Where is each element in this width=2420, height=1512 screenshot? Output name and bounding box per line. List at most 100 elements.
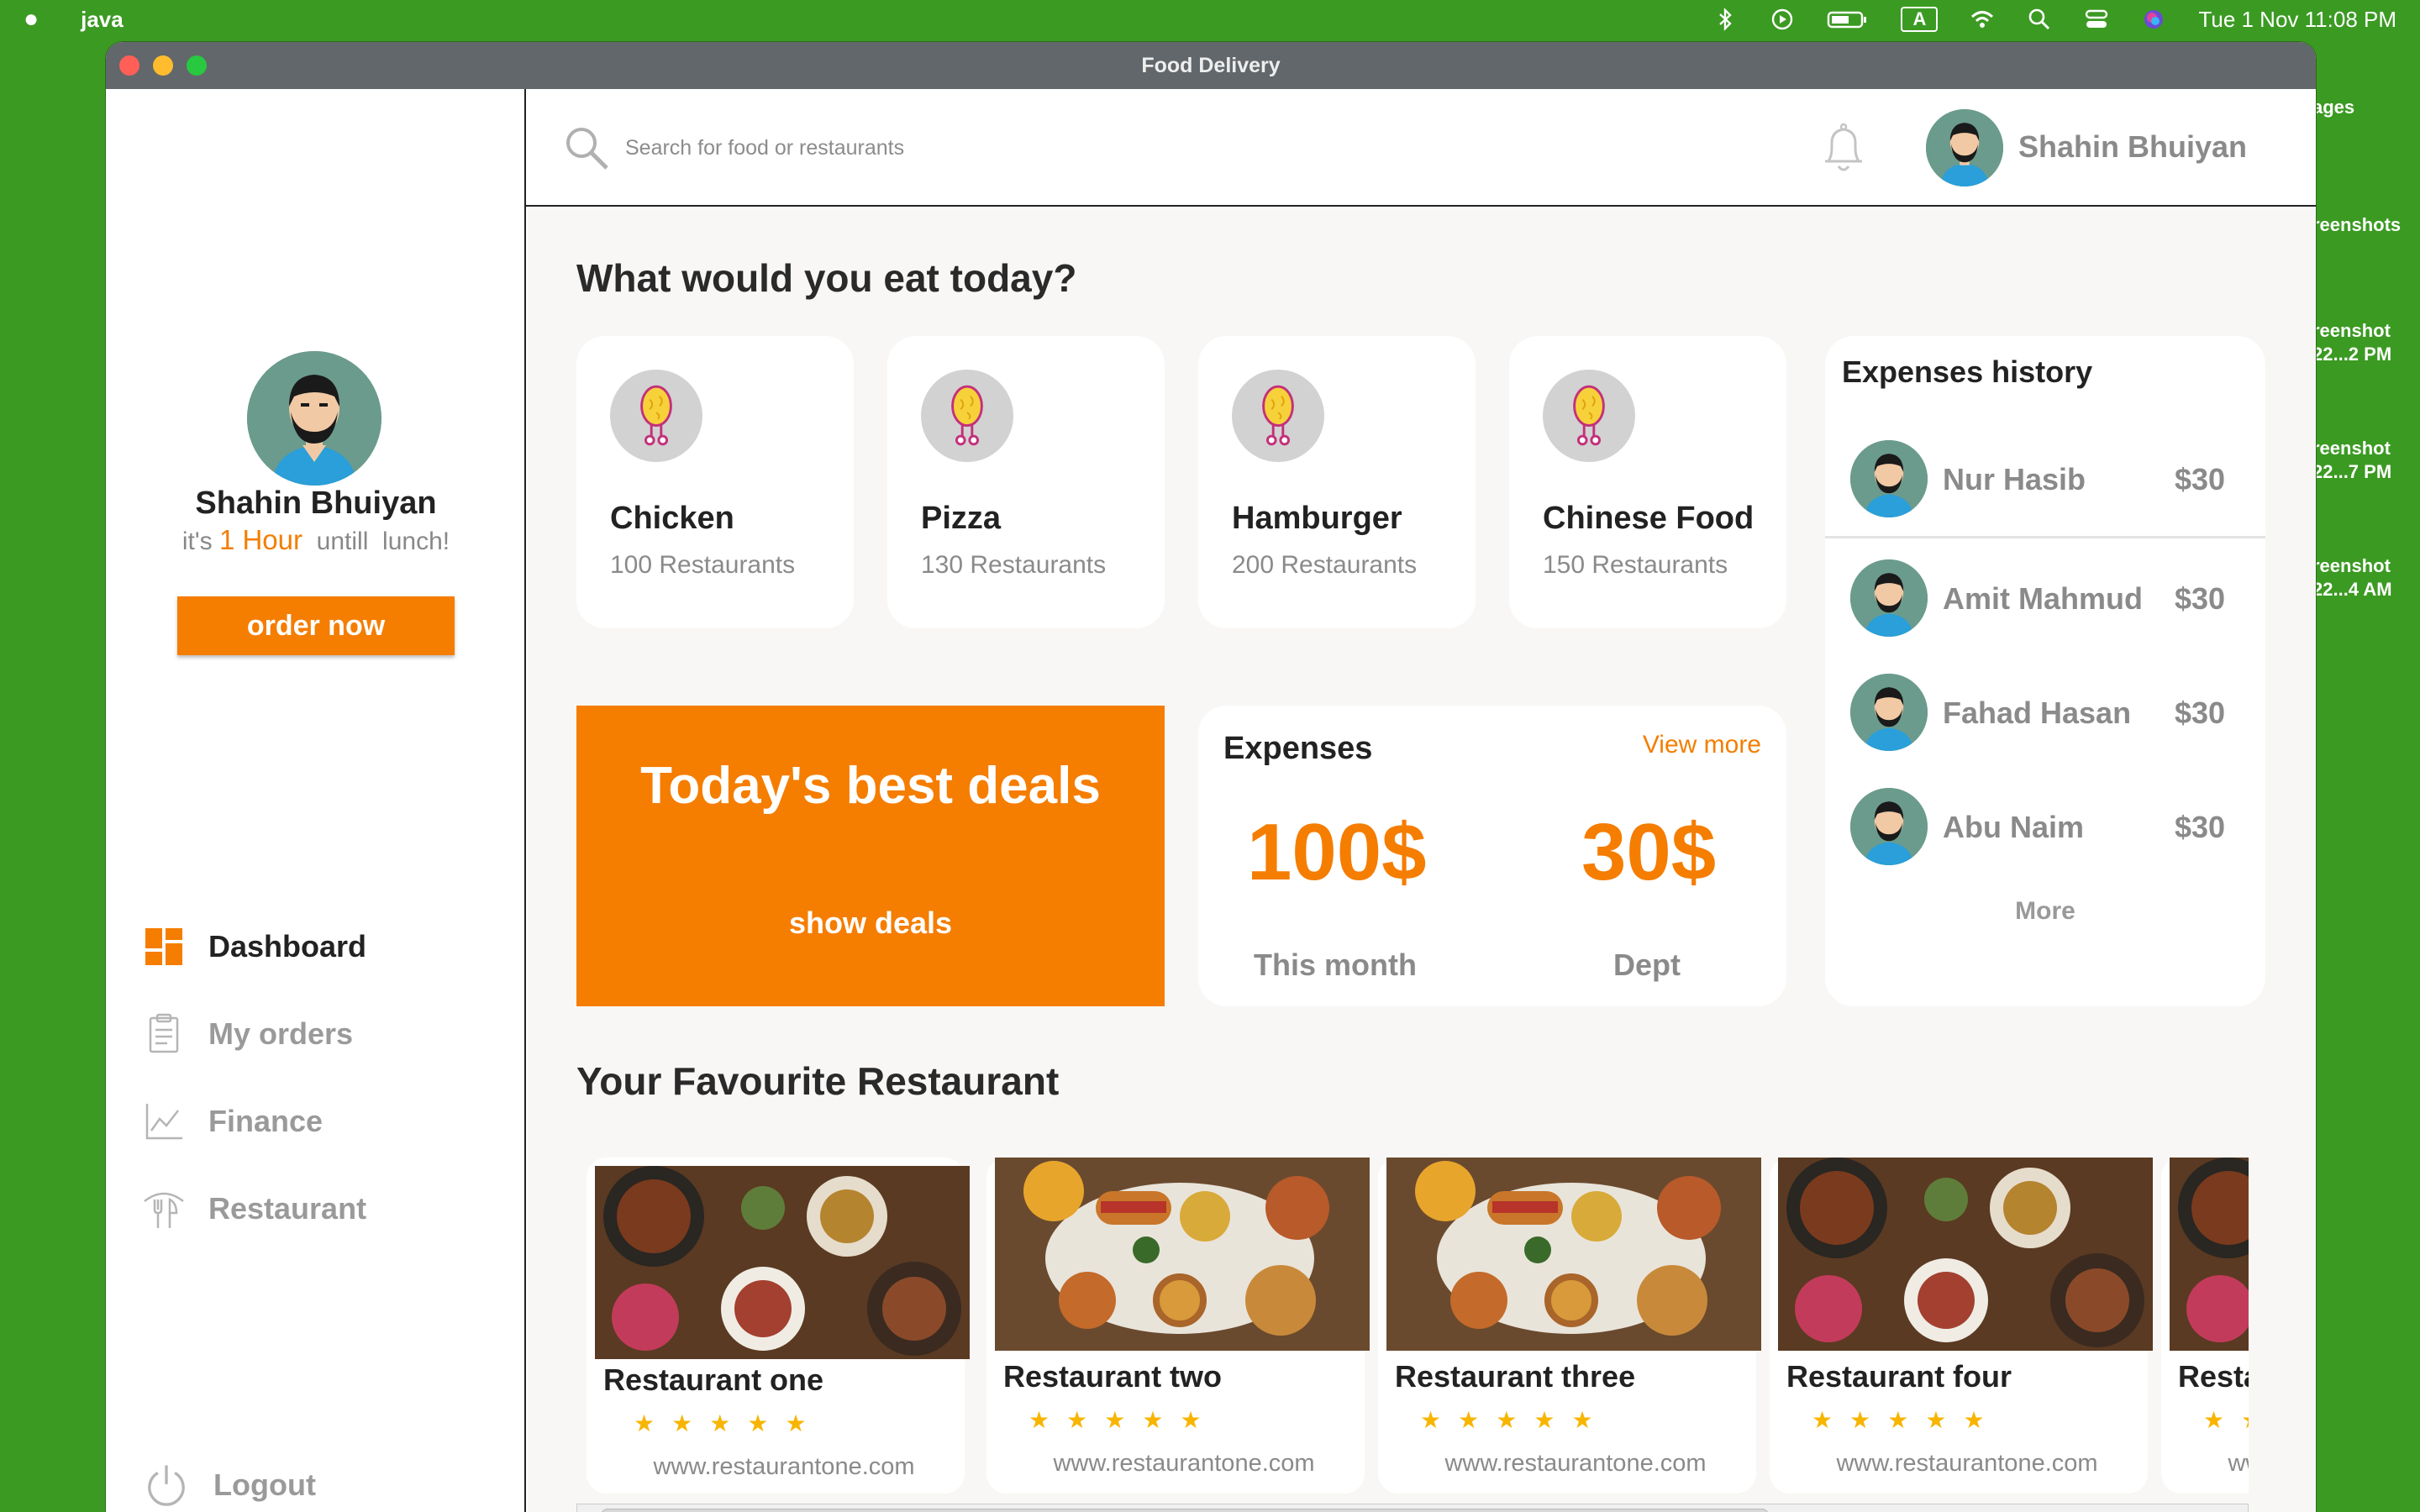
expenses-card: Expenses View more 100$ 30$ This month D…: [1198, 706, 1786, 1006]
power-icon: [148, 1465, 185, 1506]
drumstick-icon: [921, 370, 1013, 462]
restaurant-carousel[interactable]: Restaurant one ★ ★ ★ ★ ★ www.restaurantone.c…: [576, 1158, 2249, 1494]
notification-bell-icon[interactable]: [1820, 121, 1867, 175]
nav-finance[interactable]: Finance: [143, 1100, 323, 1142]
desktop-label[interactable]: 22...4 AM: [2312, 578, 2392, 601]
zoom-window-button[interactable]: [187, 55, 207, 76]
control-center-icon[interactable]: [2084, 7, 2109, 32]
show-deals-button[interactable]: show deals: [576, 906, 1165, 941]
minimize-window-button[interactable]: [153, 55, 173, 76]
rating-stars: ★ ★ ★ ★ ★: [1420, 1406, 1593, 1434]
history-row[interactable]: Nur Hasib $30: [1850, 440, 2237, 517]
restaurant-name: Restaurant three: [1395, 1359, 1636, 1394]
apple-menu-icon[interactable]: ●: [24, 5, 39, 34]
menubar-app-name[interactable]: java: [81, 7, 124, 33]
star-icon: ★: [1028, 1407, 1050, 1433]
desktop-label[interactable]: reenshot: [2312, 319, 2391, 343]
dashboard-icon: [145, 928, 182, 965]
desktop-label[interactable]: 22...7 PM: [2312, 460, 2391, 484]
history-more-link[interactable]: More: [1825, 897, 2265, 926]
category-count: 200 Restaurants: [1232, 551, 1418, 579]
star-icon: ★: [671, 1410, 693, 1436]
siri-icon[interactable]: [2141, 7, 2166, 32]
now-playing-icon[interactable]: [1770, 7, 1795, 32]
restaurant-url[interactable]: www.restaurantone.com: [587, 1453, 981, 1481]
fork-knife-icon: [144, 1192, 184, 1228]
close-window-button[interactable]: [119, 55, 139, 76]
star-icon: ★: [1104, 1407, 1126, 1433]
order-now-button[interactable]: order now: [177, 596, 455, 655]
best-deals-banner: Today's best deals show deals: [576, 706, 1165, 1006]
category-card-hamburger[interactable]: Hamburger 200 Restaurants: [1198, 336, 1476, 628]
category-name: Chinese Food: [1543, 501, 1754, 536]
restaurant-card[interactable]: Restaurant two ★ ★ ★ ★ ★ www.restaurantone.c…: [986, 1158, 1370, 1494]
category-count: 130 Restaurants: [921, 551, 1107, 579]
star-icon: ★: [1496, 1407, 1518, 1433]
favourite-heading: Your Favourite Restaurant: [576, 1059, 1060, 1103]
menubar-datetime[interactable]: Tue 1 Nov 11:08 PM: [2198, 7, 2396, 33]
history-row[interactable]: Fahad Hasan $30: [1850, 674, 2237, 751]
restaurant-card[interactable]: Restaurant four ★ ★ ★ ★ ★ www.restaurantone.…: [1770, 1158, 2153, 1494]
tagline-time: 1 Hour: [218, 524, 303, 555]
restaurant-card[interactable]: Restaurant three ★ ★ ★ ★ ★ www.restaurantone…: [1378, 1158, 1761, 1494]
star-icon: ★: [2203, 1407, 2225, 1433]
scroll-left-arrow-icon[interactable]: ‹: [582, 1504, 588, 1512]
history-row[interactable]: Amit Mahmud $30: [1850, 559, 2237, 637]
view-more-link[interactable]: View more: [1643, 731, 1761, 759]
scrollbar-thumb[interactable]: [601, 1509, 1769, 1512]
search-icon[interactable]: [563, 124, 610, 171]
input-source-icon[interactable]: A: [1901, 7, 1939, 32]
category-count: 100 Restaurants: [610, 551, 796, 579]
restaurant-scrollbar[interactable]: ‹ ›: [576, 1504, 2249, 1512]
star-icon: ★: [1571, 1407, 1593, 1433]
history-amount: $30: [2175, 581, 2226, 616]
chart-line-icon: [145, 1104, 182, 1140]
restaurant-url[interactable]: www.restaurantone.com: [2161, 1450, 2249, 1478]
restaurant-card[interactable]: Restaurant one ★ ★ ★ ★ ★ www.restaurantone.c…: [587, 1158, 970, 1494]
expenses-dept-value: 30$: [1581, 807, 1717, 897]
history-name: Abu Naim: [1943, 810, 2085, 844]
nav-restaurant[interactable]: Restaurant: [143, 1188, 366, 1230]
expenses-dept-label: Dept: [1613, 948, 1681, 982]
scroll-right-arrow-icon[interactable]: ›: [2235, 1504, 2241, 1512]
header-avatar[interactable]: [1926, 109, 2003, 186]
desktop-label[interactable]: 22...2 PM: [2312, 343, 2391, 366]
restaurant-url[interactable]: www.restaurantone.com: [1770, 1450, 2165, 1478]
desktop-label[interactable]: reenshot: [2312, 437, 2391, 460]
category-count: 150 Restaurants: [1543, 551, 1728, 579]
category-card-chicken[interactable]: Chicken 100 Restaurants: [576, 336, 854, 628]
restaurant-url[interactable]: www.restaurantone.com: [1378, 1450, 1773, 1478]
restaurant-photo: [595, 1166, 970, 1359]
bluetooth-icon[interactable]: [1712, 7, 1738, 32]
tagline-prefix: it's: [182, 528, 219, 555]
header-user-name[interactable]: Shahin Bhuiyan: [2018, 129, 2247, 165]
drumstick-icon: [1543, 370, 1635, 462]
battery-icon[interactable]: [1827, 7, 1869, 32]
window-titlebar[interactable]: Food Delivery: [106, 42, 2316, 89]
star-icon: ★: [1534, 1407, 1555, 1433]
category-card-pizza[interactable]: Pizza 130 Restaurants: [887, 336, 1165, 628]
desktop-label[interactable]: ages: [2312, 96, 2354, 119]
logout-button[interactable]: Logout: [143, 1462, 316, 1509]
expenses-month-value: 100$: [1247, 807, 1427, 897]
history-divider: [1825, 536, 2265, 538]
desktop-label[interactable]: reenshot: [2312, 554, 2391, 578]
desktop-label[interactable]: reenshots: [2312, 213, 2401, 237]
avatar: [1850, 788, 1928, 865]
search-input[interactable]: [625, 131, 1129, 165]
profile-name: Shahin Bhuiyan: [195, 486, 437, 521]
restaurant-card[interactable]: Restaurant five ★★★★★ www.restaurantone.…: [2161, 1158, 2249, 1494]
category-card-chinese-food[interactable]: Chinese Food 150 Restaurants: [1509, 336, 1786, 628]
sidebar: Shahin Bhuiyan it's 1 Hour untill lunch!…: [106, 89, 526, 1512]
nav-my-orders[interactable]: My orders: [143, 1013, 353, 1055]
nav-dashboard[interactable]: Dashboard: [143, 926, 366, 968]
restaurant-url[interactable]: www.restaurantone.com: [986, 1450, 1381, 1478]
nav-label: Restaurant: [208, 1191, 367, 1226]
history-row[interactable]: Abu Naim $30: [1850, 788, 2237, 865]
window-title: Food Delivery: [1141, 53, 1281, 77]
star-icon: ★: [1180, 1407, 1202, 1433]
wifi-icon[interactable]: [1970, 7, 1995, 32]
nav-label: Dashboard: [208, 929, 367, 963]
star-icon: ★: [634, 1410, 655, 1436]
spotlight-icon[interactable]: [2027, 7, 2052, 32]
